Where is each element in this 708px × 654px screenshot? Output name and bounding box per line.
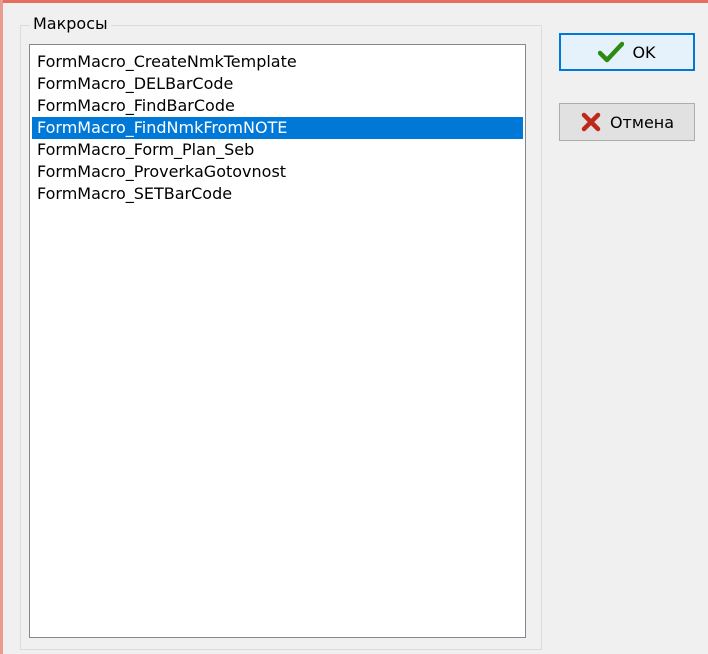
cancel-button-label: Отмена xyxy=(609,112,675,132)
list-item[interactable]: FormMacro_SETBarCode xyxy=(32,183,523,205)
list-item[interactable]: FormMacro_FindBarCode xyxy=(32,95,523,117)
macros-group-label: Макросы xyxy=(30,14,111,34)
cross-icon xyxy=(580,111,602,133)
macros-listbox[interactable]: FormMacro_CreateNmkTemplate FormMacro_DE… xyxy=(29,44,526,638)
list-item[interactable]: FormMacro_FindNmkFromNOTE xyxy=(32,117,523,139)
list-item[interactable]: FormMacro_ProverkaGotovnost xyxy=(32,161,523,183)
window-left-border xyxy=(0,0,3,654)
list-item[interactable]: FormMacro_CreateNmkTemplate xyxy=(32,51,523,73)
cancel-button[interactable]: Отмена xyxy=(559,103,695,141)
list-item[interactable]: FormMacro_Form_Plan_Seb xyxy=(32,139,523,161)
list-item[interactable]: FormMacro_DELBarCode xyxy=(32,73,523,95)
ok-button[interactable]: OK xyxy=(559,33,695,71)
window-top-border xyxy=(0,0,708,3)
ok-button-label: OK xyxy=(632,42,656,62)
checkmark-icon xyxy=(598,41,625,63)
